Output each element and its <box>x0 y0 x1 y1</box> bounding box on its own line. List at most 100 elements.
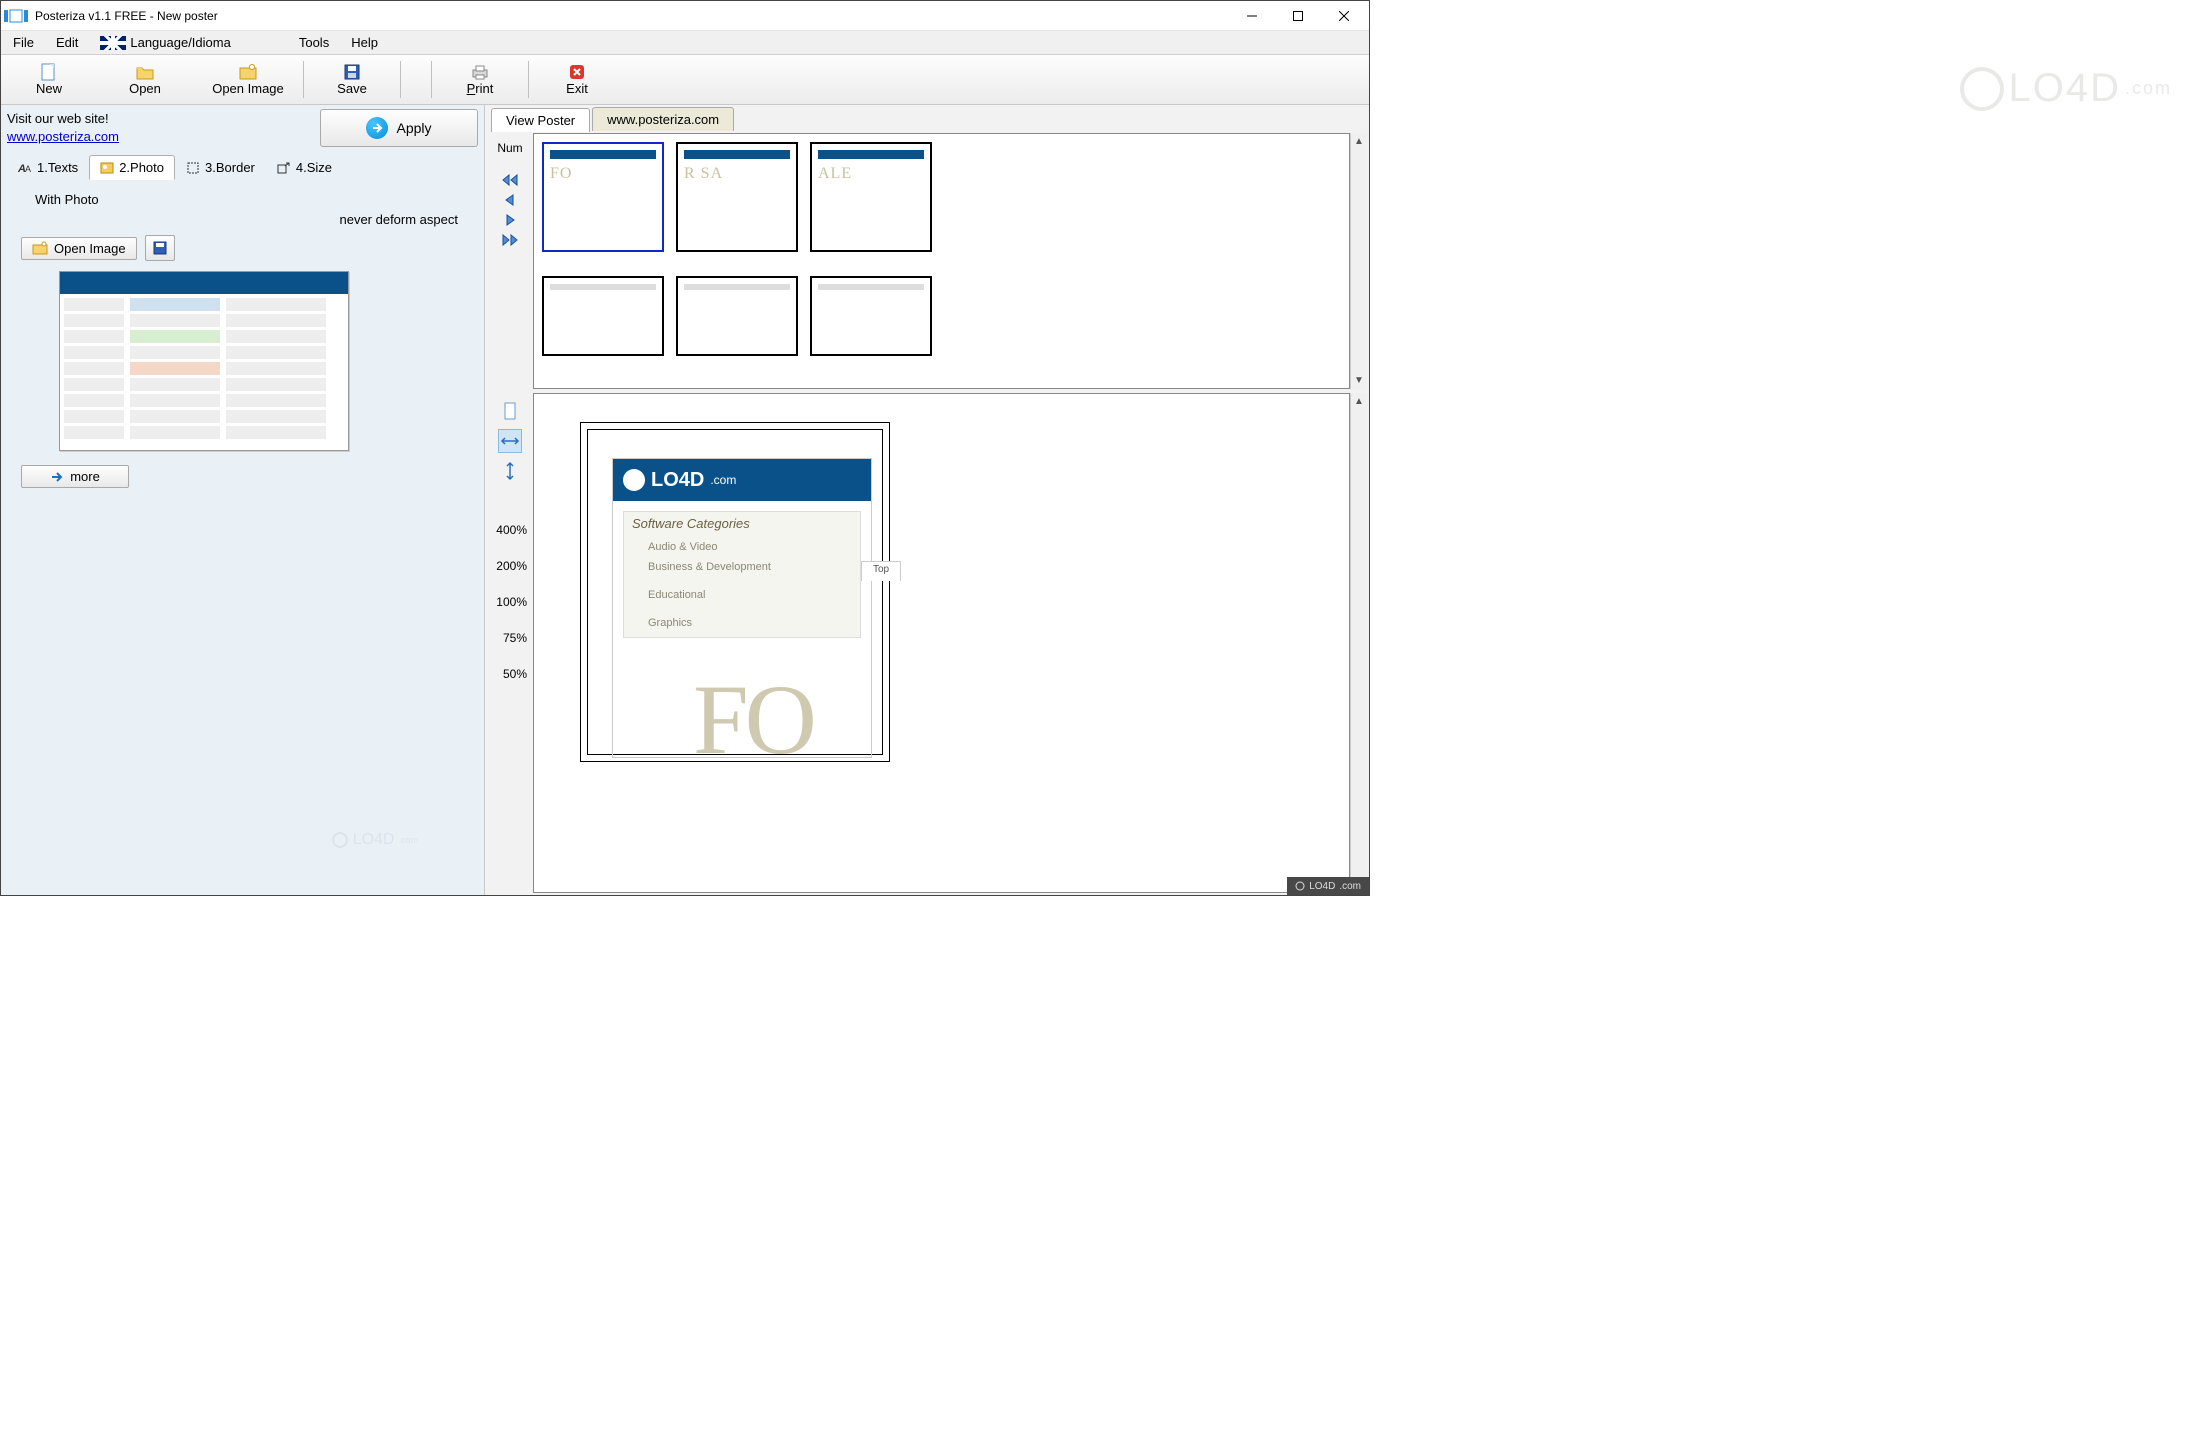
detail-top-tab: Top <box>861 561 901 581</box>
fit-page-button[interactable] <box>498 399 522 423</box>
fit-height-button[interactable] <box>498 459 522 483</box>
uk-flag-icon <box>100 36 126 50</box>
maximize-button[interactable] <box>1275 1 1321 30</box>
photo-tab-body: With Photo never deform aspect Open Imag… <box>7 180 478 889</box>
apply-label: Apply <box>396 120 431 136</box>
svg-text:A: A <box>25 164 31 174</box>
tab-view-poster[interactable]: View Poster <box>491 108 590 132</box>
menu-file[interactable]: File <box>5 33 42 52</box>
toolbar-new[interactable]: New <box>1 55 97 104</box>
nav-prev-icon[interactable] <box>499 191 521 209</box>
grid-scrollbar[interactable]: ▲ ▼ <box>1350 133 1367 389</box>
menu-language-label: Language/Idioma <box>130 35 230 50</box>
toolbar-print[interactable]: Print <box>432 55 528 104</box>
detail-heading: Software Categories <box>632 516 852 531</box>
toolbar-exit-label: Exit <box>566 81 588 96</box>
toolbar-exit[interactable]: Exit <box>529 55 625 104</box>
page-tile-5[interactable] <box>676 276 798 356</box>
toolbar-save[interactable]: Save <box>304 55 400 104</box>
left-panel: Visit our web site! www.posteriza.com Ap… <box>1 105 485 895</box>
more-button[interactable]: more <box>21 465 129 488</box>
num-label: Num <box>497 141 522 155</box>
open-image-button[interactable]: Open Image <box>21 237 137 260</box>
scroll-up-icon[interactable]: ▲ <box>1351 393 1368 410</box>
nav-next-icon[interactable] <box>499 211 521 229</box>
save-small-icon <box>153 241 167 255</box>
menu-help[interactable]: Help <box>343 33 386 52</box>
page-tile-3[interactable]: ALE <box>810 142 932 252</box>
main-toolbar: New Open Open Image Save Print <box>1 55 1369 105</box>
zoom-200[interactable]: 200% <box>487 559 527 573</box>
minimize-button[interactable] <box>1229 1 1275 30</box>
toolbar-print-label: Print <box>467 81 494 96</box>
tab-size[interactable]: 4.Size <box>266 155 343 180</box>
page-tile-6[interactable] <box>810 276 932 356</box>
close-button[interactable] <box>1321 1 1367 30</box>
scroll-up-icon[interactable]: ▲ <box>1351 133 1368 150</box>
detail-brand: LO4D <box>651 469 704 492</box>
pages-grid: FO R SA ALE <box>533 133 1350 389</box>
right-tabs: View Poster www.posteriza.com <box>485 105 1369 131</box>
grid-nav: Num <box>487 133 533 389</box>
save-icon <box>343 63 361 81</box>
menu-language[interactable]: Language/Idioma <box>92 33 238 53</box>
detail-brand-suffix: .com <box>710 473 736 487</box>
print-icon <box>471 63 489 81</box>
more-label: more <box>70 469 100 484</box>
border-icon <box>186 162 200 174</box>
tab-photo[interactable]: 2.Photo <box>89 155 175 180</box>
titlebar: Posteriza v1.1 FREE - New poster <box>1 1 1369 31</box>
open-image-button-label: Open Image <box>54 241 126 256</box>
detail-header: LO4D .com <box>613 459 871 501</box>
tab-web[interactable]: www.posteriza.com <box>592 107 734 131</box>
tab-border[interactable]: 3.Border <box>175 155 266 180</box>
open-folder-icon <box>136 63 154 81</box>
photo-icon <box>100 162 114 174</box>
cat-item: Business & Development <box>632 557 852 577</box>
visit-label: Visit our web site! <box>7 111 109 126</box>
save-image-button[interactable] <box>145 235 175 261</box>
toolbar-open[interactable]: Open <box>97 55 193 104</box>
cat-item <box>632 605 852 613</box>
open-image-btn-icon <box>32 241 48 255</box>
menu-tools[interactable]: Tools <box>291 33 337 52</box>
exit-icon <box>568 63 586 81</box>
right-panel: View Poster www.posteriza.com Num FO R S… <box>485 105 1369 895</box>
toolbar-open-image[interactable]: Open Image <box>193 55 303 104</box>
page-tile-4[interactable] <box>542 276 664 356</box>
page-tile-2[interactable]: R SA <box>676 142 798 252</box>
apply-button[interactable]: Apply <box>320 109 478 147</box>
photo-preview <box>59 271 349 451</box>
menu-edit[interactable]: Edit <box>48 33 86 52</box>
detail-content: LO4D .com Software Categories Audio & Vid… <box>612 458 872 758</box>
new-file-icon <box>40 63 58 81</box>
toolbar-open-label: Open <box>129 81 161 96</box>
zoom-50[interactable]: 50% <box>487 667 527 681</box>
watermark-left: LO4D.com <box>331 831 418 849</box>
detail-scrollbar[interactable]: ▲ ▼ <box>1350 393 1367 893</box>
zoom-75[interactable]: 75% <box>487 631 527 645</box>
zoom-levels: 400% 200% 100% 75% 50% <box>487 501 533 703</box>
page-tile-1[interactable]: FO <box>542 142 664 252</box>
footer-watermark: LO4D.com <box>1287 877 1369 895</box>
fit-width-button[interactable] <box>498 429 522 453</box>
never-deform-label: never deform aspect <box>339 212 458 227</box>
nav-first-icon[interactable] <box>499 171 521 189</box>
more-arrow-icon <box>50 471 64 483</box>
globe-icon <box>623 469 645 491</box>
menubar: File Edit Language/Idioma Tools Help <box>1 31 1369 55</box>
zoom-400[interactable]: 400% <box>487 523 527 537</box>
zoom-100[interactable]: 100% <box>487 595 527 609</box>
tab-texts[interactable]: AA1.Texts <box>7 155 89 180</box>
toolbar-save-label: Save <box>337 81 367 96</box>
apply-arrow-icon <box>366 117 388 139</box>
cat-item <box>632 577 852 585</box>
texts-icon: AA <box>18 162 32 174</box>
scroll-down-icon[interactable]: ▼ <box>1351 372 1368 389</box>
watermark-top: LO4D.com <box>1960 66 2172 111</box>
website-link[interactable]: www.posteriza.com <box>7 129 119 144</box>
detail-canvas[interactable]: LO4D .com Software Categories Audio & Vid… <box>533 393 1350 893</box>
nav-last-icon[interactable] <box>499 231 521 249</box>
cat-item: Audio & Video <box>632 537 852 557</box>
size-icon <box>277 162 291 174</box>
